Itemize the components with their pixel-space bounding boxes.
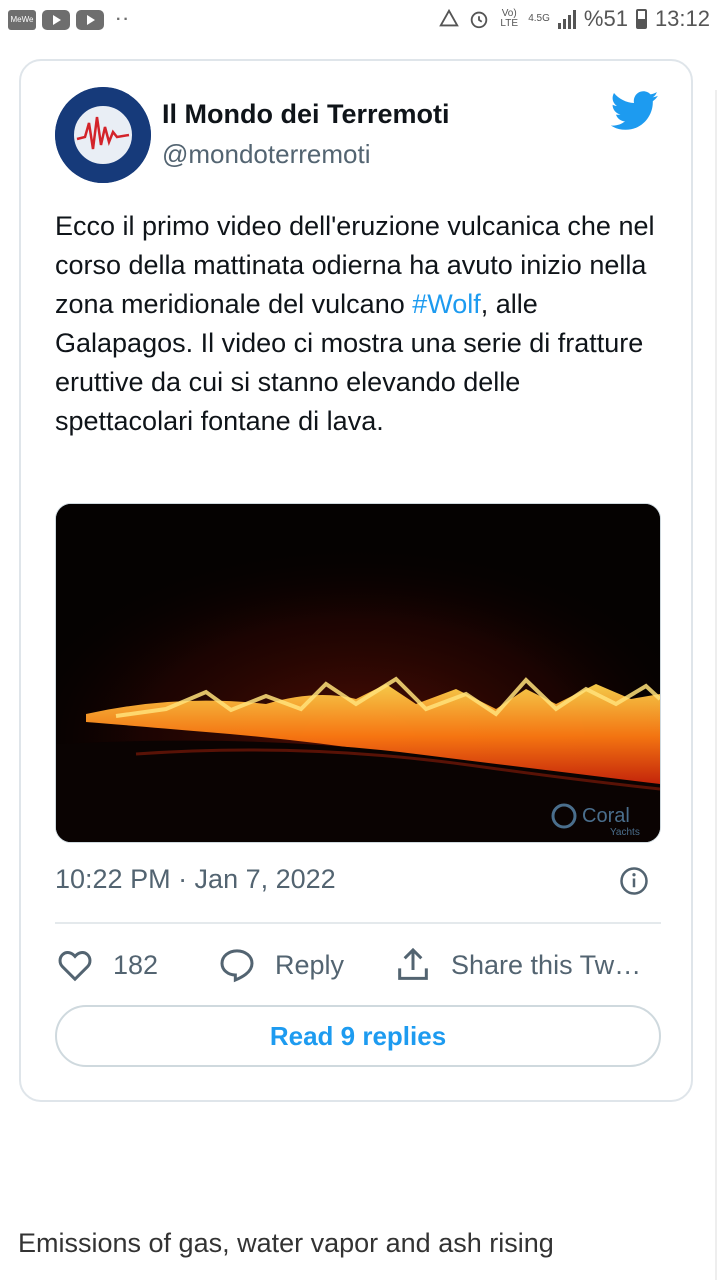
more-notifications-icon: ·· bbox=[116, 11, 131, 28]
volcano-video-frame: Coral Yachts bbox=[56, 504, 660, 842]
reply-bubble-icon bbox=[220, 949, 254, 983]
seismograph-logo-icon bbox=[55, 87, 151, 183]
author-handle[interactable]: @mondoterremoti bbox=[162, 139, 370, 170]
status-left-icons: MeWe ·· bbox=[8, 10, 131, 30]
youtube-notification-icon-2 bbox=[76, 10, 104, 30]
media-watermark-sub: Yachts bbox=[610, 827, 640, 838]
hashtag-link[interactable]: #Wolf bbox=[412, 289, 481, 319]
data-saver-icon bbox=[439, 8, 460, 27]
battery-percent: %51 bbox=[583, 6, 628, 31]
media-watermark: Coral bbox=[582, 805, 630, 827]
article-caption: Emissions of gas, water vapor and ash ri… bbox=[18, 1228, 554, 1258]
volte-indicator: Vo) LTE bbox=[500, 8, 518, 29]
battery-icon bbox=[635, 9, 647, 29]
tweet-timestamp[interactable]: 10:22 PM · Jan 7, 2022 bbox=[55, 864, 336, 895]
youtube-notification-icon bbox=[42, 10, 70, 30]
mewe-app-icon: MeWe bbox=[8, 10, 36, 30]
avatar[interactable] bbox=[55, 87, 151, 183]
reply-label: Reply bbox=[275, 949, 345, 980]
read-replies-button[interactable]: Read 9 replies bbox=[55, 1005, 661, 1067]
like-count: 182 bbox=[113, 949, 159, 980]
clock: 13:12 bbox=[654, 6, 710, 31]
share-label: Share this Tw… bbox=[451, 949, 642, 980]
status-bar: MeWe ·· Vo) LTE 4.5G %51 13:12 bbox=[0, 0, 720, 42]
video-player[interactable]: Coral Yachts bbox=[55, 503, 661, 843]
like-button[interactable]: 182 bbox=[55, 945, 158, 985]
scroll-edge bbox=[715, 90, 717, 1280]
divider bbox=[55, 922, 661, 924]
heart-icon bbox=[58, 951, 92, 982]
alarm-icon bbox=[470, 11, 488, 29]
twitter-bird-icon[interactable] bbox=[611, 91, 659, 131]
share-button[interactable]: Share this Tw… bbox=[393, 945, 641, 985]
share-icon bbox=[398, 947, 428, 980]
network-type: 4.5G bbox=[528, 13, 550, 24]
tweet-text-part1: Ecco il primo video dell'eruzione vulcan… bbox=[55, 211, 655, 319]
tweet-text: Ecco il primo video dell'eruzione vulcan… bbox=[55, 207, 665, 441]
tweet-actions: 182 Reply Share this Tw… bbox=[55, 945, 675, 991]
tweet-card[interactable]: Il Mondo dei Terremoti @mondoterremoti E… bbox=[19, 59, 693, 1102]
status-right-icons: Vo) LTE 4.5G %51 13:12 bbox=[438, 6, 710, 32]
info-icon[interactable] bbox=[619, 866, 649, 896]
signal-icon bbox=[557, 9, 576, 29]
reply-button[interactable]: Reply bbox=[217, 945, 344, 985]
author-name[interactable]: Il Mondo dei Terremoti bbox=[162, 99, 450, 130]
